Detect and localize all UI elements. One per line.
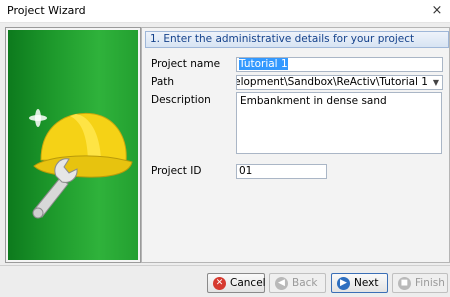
cancel-icon: ✕ — [213, 276, 226, 290]
cancel-button[interactable]: ✕ Cancel — [207, 273, 266, 293]
next-button[interactable]: ▶ Next — [331, 273, 388, 293]
chevron-down-icon[interactable]: ▼ — [433, 76, 439, 89]
step-header: 1. Enter the administrative details for … — [145, 31, 449, 48]
project-name-value: Tutorial 1 — [239, 58, 288, 70]
project-name-label: Project name — [151, 58, 221, 70]
back-label: Back — [292, 277, 318, 289]
finish-label: Finish — [415, 277, 445, 289]
wizard-body: 1. Enter the administrative details for … — [0, 23, 450, 297]
finish-button[interactable]: ◼ Finish — [392, 273, 448, 293]
hardhat-wrench-icon — [29, 109, 133, 219]
description-value: Embankment in dense sand — [240, 95, 387, 107]
cancel-label: Cancel — [230, 277, 266, 289]
next-label: Next — [354, 277, 379, 289]
path-dropdown[interactable]: evelopment\Sandbox\ReActiv\Tutorial 1 ▼ — [236, 75, 443, 90]
close-button[interactable]: × — [424, 0, 450, 22]
description-textarea[interactable]: Embankment in dense sand — [236, 92, 442, 154]
footer-divider — [0, 265, 450, 266]
wizard-step-panel: 1. Enter the administrative details for … — [141, 27, 450, 263]
project-id-input[interactable]: 01 — [236, 164, 327, 179]
wizard-banner — [8, 30, 138, 260]
path-label: Path — [151, 76, 175, 88]
finish-icon: ◼ — [398, 276, 411, 290]
description-label: Description — [151, 94, 211, 106]
title-bar: Project Wizard × — [0, 0, 450, 23]
window-title: Project Wizard — [7, 4, 86, 17]
wizard-banner-frame — [5, 27, 141, 263]
project-id-label: Project ID — [151, 165, 202, 177]
back-arrow-icon: ◀ — [275, 276, 288, 290]
project-id-value: 01 — [239, 165, 253, 177]
back-button[interactable]: ◀ Back — [269, 273, 326, 293]
path-value: evelopment\Sandbox\ReActiv\Tutorial 1 — [236, 76, 428, 88]
next-arrow-icon: ▶ — [337, 276, 350, 290]
project-name-input[interactable]: Tutorial 1 — [236, 57, 443, 72]
